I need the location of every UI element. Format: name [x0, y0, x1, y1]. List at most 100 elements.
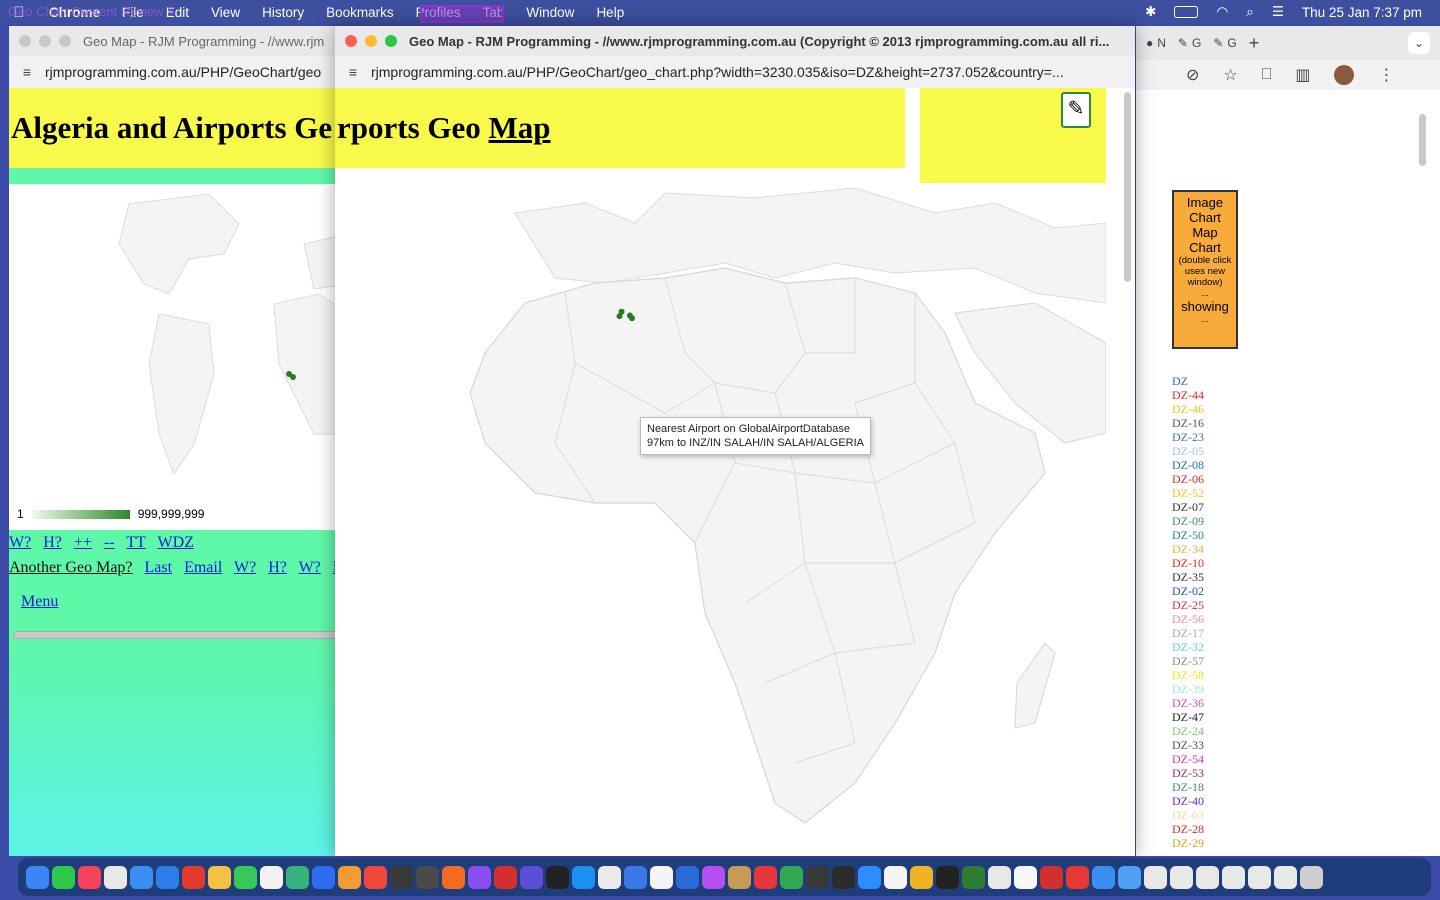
dock-app-icon[interactable] — [286, 865, 309, 889]
geo-map[interactable] — [9, 184, 349, 530]
apple-icon[interactable]:  — [0, 4, 38, 21]
url-text[interactable]: rjmprogramming.com.au/PHP/GeoChart/geo — [45, 64, 321, 80]
menu-history[interactable]: History — [251, 5, 315, 20]
window-titlebar[interactable]: Geo Map - RJM Programming - //www.rjm — [9, 26, 349, 56]
airport-marker[interactable] — [616, 313, 623, 320]
region-code-item[interactable]: DZ-18 — [1172, 780, 1204, 794]
spotlight-search-icon[interactable]: ⌕ — [1246, 4, 1254, 20]
dock-app-icon[interactable] — [338, 865, 361, 889]
dock-app-icon[interactable] — [520, 865, 543, 889]
link-h[interactable]: H? — [43, 534, 62, 551]
dock-app-icon[interactable] — [182, 865, 205, 889]
dock-app-icon[interactable] — [1040, 865, 1063, 889]
menu-edit[interactable]: Edit — [155, 5, 200, 20]
dock-app-icon[interactable] — [910, 865, 933, 889]
image-chart-box[interactable]: Image Chart Map Chart (double click uses… — [1172, 190, 1238, 349]
link-plusplus[interactable]: ++ — [74, 534, 92, 551]
dock-app-icon[interactable] — [1066, 865, 1089, 889]
region-code-item[interactable]: DZ-57 — [1172, 654, 1204, 668]
dock-app-icon[interactable] — [442, 865, 465, 889]
dock-app-icon[interactable] — [416, 865, 439, 889]
address-bar[interactable]: ≡ rjmprogramming.com.au/PHP/GeoChart/geo — [9, 56, 349, 89]
close-button[interactable] — [345, 35, 357, 47]
profile-avatar[interactable] — [1334, 65, 1355, 85]
region-code-item[interactable]: DZ-35 — [1172, 570, 1204, 584]
dock-app-icon[interactable] — [572, 865, 595, 889]
dock-app-icon[interactable] — [598, 865, 621, 889]
region-code-item[interactable]: DZ-09 — [1172, 514, 1204, 528]
dock-app-icon[interactable] — [806, 865, 829, 889]
region-code-item[interactable]: DZ-32 — [1172, 640, 1204, 654]
region-code-item[interactable]: DZ-34 — [1172, 542, 1204, 556]
map-title-link[interactable]: Map — [489, 110, 551, 145]
dock-app-icon[interactable] — [988, 865, 1011, 889]
region-code-item[interactable]: DZ-16 — [1172, 416, 1204, 430]
dock-app-icon[interactable] — [884, 865, 907, 889]
dock-app-icon[interactable] — [936, 865, 959, 889]
dock-app-icon[interactable] — [728, 865, 751, 889]
region-code-item[interactable]: DZ-28 — [1172, 822, 1204, 836]
dock-app-icon[interactable] — [1014, 865, 1037, 889]
menu-file[interactable]: File — [111, 5, 155, 20]
region-code-item[interactable]: DZ-39 — [1172, 682, 1204, 696]
dock-app-icon[interactable] — [52, 865, 75, 889]
link-tt[interactable]: TT — [126, 534, 146, 551]
site-settings-icon[interactable]: ≡ — [335, 64, 371, 80]
dock-app-icon[interactable] — [26, 865, 49, 889]
dock-app-icon[interactable] — [1118, 865, 1141, 889]
dock-app-icon[interactable] — [78, 865, 101, 889]
dock-app-icon[interactable] — [780, 865, 803, 889]
link-w2[interactable]: W? — [234, 559, 256, 576]
dock-app-icon[interactable] — [962, 865, 985, 889]
dock-app-icon[interactable] — [858, 865, 881, 889]
tab-3[interactable]: ✎ G — [1213, 36, 1236, 50]
region-code-item[interactable]: DZ-58 — [1172, 668, 1204, 682]
window-titlebar[interactable]: Geo Map - RJM Programming - //www.rjmpro… — [335, 26, 1135, 56]
region-code-item[interactable]: DZ-52 — [1172, 486, 1204, 500]
wifi-icon[interactable]: ◠ — [1216, 4, 1228, 20]
dock-app-icon[interactable] — [312, 865, 335, 889]
dock-app-icon[interactable] — [546, 865, 569, 889]
dock-app-icon[interactable] — [1196, 865, 1219, 889]
link-w3[interactable]: W? — [299, 559, 321, 576]
dock-app-icon[interactable] — [1222, 865, 1245, 889]
zoom-button[interactable] — [59, 35, 71, 47]
menu-app-chrome[interactable]: Chrome — [38, 5, 111, 20]
another-geo-map-link[interactable]: Another Geo Map? — [9, 559, 133, 576]
menu-help[interactable]: Help — [585, 5, 635, 20]
dock-app-icon[interactable] — [494, 865, 517, 889]
region-code-item[interactable]: DZ-08 — [1172, 458, 1204, 472]
vertical-scrollbar[interactable] — [1419, 114, 1426, 166]
region-code-item[interactable]: DZ-47 — [1172, 710, 1204, 724]
notepad-icon[interactable]: ✎ — [1061, 92, 1091, 128]
tab-search-chevron-icon[interactable]: ⌄ — [1408, 32, 1430, 54]
dock-app-icon[interactable] — [650, 865, 673, 889]
link-minusminus[interactable]: -- — [104, 534, 115, 551]
kebab-menu-icon[interactable]: ⋮ — [1378, 65, 1394, 85]
eye-slash-icon[interactable]: ⊘ — [1186, 65, 1199, 85]
menu-window[interactable]: Window — [515, 5, 585, 20]
url-text[interactable]: rjmprogramming.com.au/PHP/GeoChart/geo_c… — [371, 64, 1064, 80]
region-code-item[interactable]: DZ-44 — [1172, 388, 1204, 402]
horizontal-scrollbar[interactable] — [13, 631, 345, 639]
dock-app-icon[interactable] — [260, 865, 283, 889]
dock-app-icon[interactable] — [1274, 865, 1297, 889]
dock-app-icon[interactable] — [1170, 865, 1193, 889]
dock-app-icon[interactable] — [234, 865, 257, 889]
close-button[interactable] — [19, 35, 31, 47]
minimize-button[interactable] — [39, 35, 51, 47]
region-code-item[interactable]: DZ-03 — [1172, 808, 1204, 822]
dock-app-icon[interactable] — [1300, 865, 1323, 889]
region-code-item[interactable]: DZ-29 — [1172, 836, 1204, 850]
region-code-item[interactable]: DZ-24 — [1172, 724, 1204, 738]
site-settings-icon[interactable]: ≡ — [9, 64, 45, 80]
region-code-item[interactable]: DZ-53 — [1172, 766, 1204, 780]
region-code-item[interactable]: DZ-40 — [1172, 794, 1204, 808]
region-code-item[interactable]: DZ-23 — [1172, 430, 1204, 444]
dock-app-icon[interactable] — [468, 865, 491, 889]
region-code-item[interactable]: DZ-33 — [1172, 738, 1204, 752]
region-code-item[interactable]: DZ-54 — [1172, 752, 1204, 766]
link-wdz[interactable]: WDZ — [158, 534, 194, 551]
link-last[interactable]: Last — [145, 559, 173, 576]
battery-icon[interactable] — [1174, 6, 1199, 18]
